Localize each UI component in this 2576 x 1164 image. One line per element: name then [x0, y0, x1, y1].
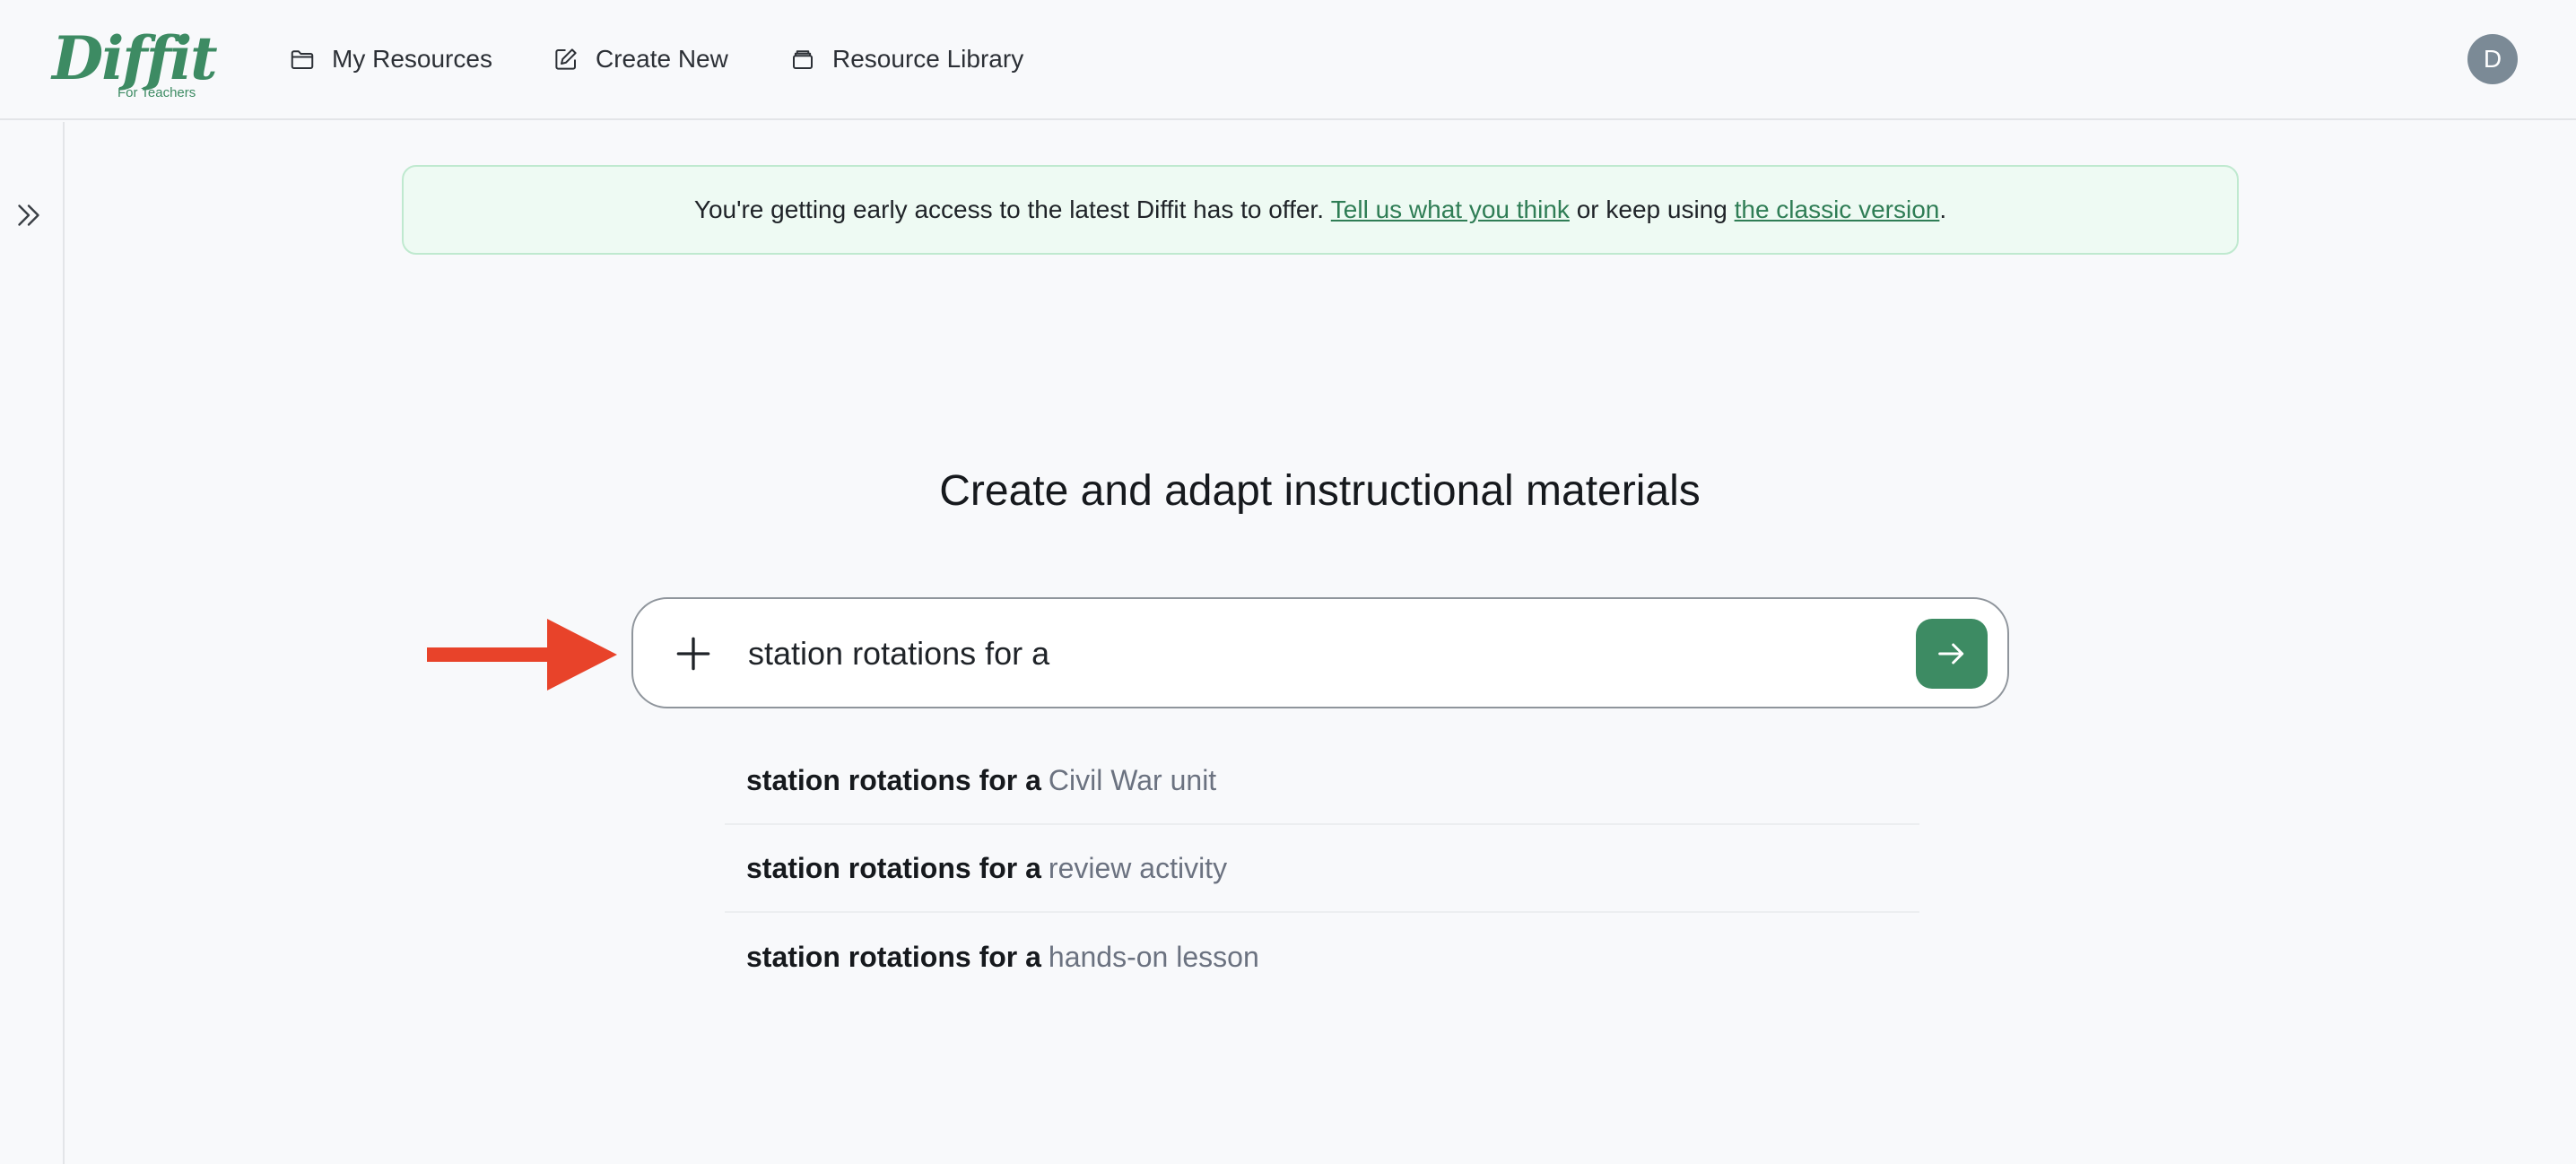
- suggestion-prefix: station rotations for a: [746, 763, 1041, 796]
- suggestion-completion: review activity: [1048, 851, 1228, 884]
- logo-tagline: For Teachers: [117, 85, 196, 100]
- prompt-input[interactable]: [748, 626, 1824, 682]
- suggestion-list: station rotations for a Civil War unit s…: [725, 737, 1919, 1001]
- suggestion-item[interactable]: station rotations for a hands-on lesson: [725, 913, 1919, 1001]
- folder-icon: [291, 50, 314, 69]
- suggestion-prefix: station rotations for a: [746, 940, 1041, 973]
- suggestion-item[interactable]: station rotations for a Civil War unit: [725, 737, 1919, 825]
- nav-resource-library[interactable]: Resource Library: [789, 39, 1023, 79]
- library-icon: [793, 50, 813, 69]
- feedback-link[interactable]: Tell us what you think: [1331, 195, 1570, 224]
- collapsed-sidebar: [0, 122, 65, 1164]
- submit-button[interactable]: [1916, 619, 1988, 689]
- nav-my-resources[interactable]: My Resources: [289, 39, 492, 79]
- early-access-banner: You're getting early access to the lates…: [402, 165, 2239, 255]
- nav-my-resources-label: My Resources: [332, 45, 492, 73]
- prompt-search-box: [631, 597, 2009, 708]
- edit-icon: [555, 48, 577, 70]
- top-header: Diffit For Teachers My Resources Create …: [0, 0, 2576, 120]
- suggestion-completion: hands-on lesson: [1048, 940, 1259, 973]
- chevrons-right-icon[interactable]: [13, 199, 45, 231]
- banner-text-middle: or keep using: [1569, 195, 1735, 223]
- plus-icon[interactable]: [671, 631, 716, 676]
- arrow-right-icon: [1938, 643, 1964, 665]
- suggestion-completion: Civil War unit: [1048, 763, 1217, 796]
- nav-create-new[interactable]: Create New: [553, 39, 728, 79]
- classic-version-link[interactable]: the classic version: [1735, 195, 1940, 224]
- banner-text-before: You're getting early access to the lates…: [693, 195, 1331, 223]
- suggestion-prefix: station rotations for a: [746, 851, 1041, 884]
- diffit-logo[interactable]: Diffit For Teachers: [52, 23, 218, 102]
- nav-create-new-label: Create New: [596, 45, 728, 73]
- suggestion-item[interactable]: station rotations for a review activity: [725, 825, 1919, 913]
- annotation-arrow-icon: [427, 619, 617, 691]
- logo-wordmark: Diffit: [52, 23, 218, 93]
- user-avatar[interactable]: D: [2467, 34, 2518, 84]
- page-title: Create and adapt instructional materials: [939, 467, 1701, 515]
- banner-text-after: .: [1939, 195, 1947, 223]
- nav-resource-library-label: Resource Library: [832, 45, 1024, 73]
